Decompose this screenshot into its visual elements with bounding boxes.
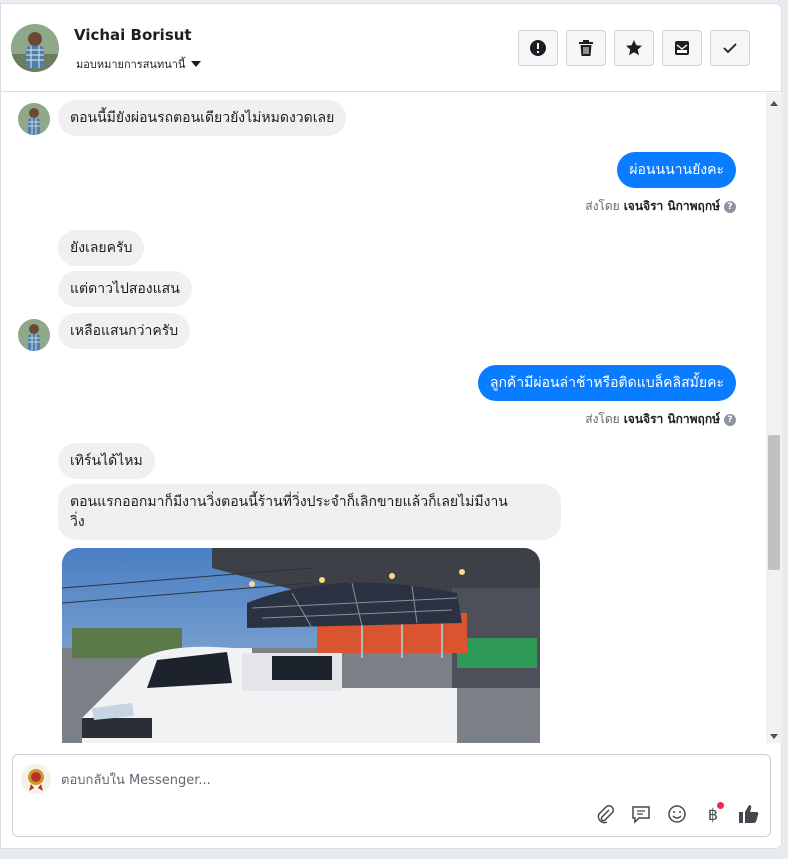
sender-avatar [18,103,50,135]
help-icon[interactable]: ? [724,413,736,426]
outgoing-message: ผ่อนนนานยังคะ [617,152,736,188]
sender-avatar [18,319,50,351]
conversation-panel: Vichai Borisut มอบหมายการสนทนานี้ ตอนนี้… [0,3,782,849]
send-like-button[interactable] [738,803,760,825]
scroll-down-arrow-icon[interactable] [770,734,778,739]
sent-by-name[interactable]: เจนจิรา นิกาพฤกษ์ [624,197,720,216]
header-actions [518,30,750,66]
sent-by-prefix: ส่งโดย [585,199,620,213]
scroll-thumb[interactable] [768,435,780,570]
sent-by-name[interactable]: เจนจิรา นิกาพฤกษ์ [624,410,720,429]
scroll-up-arrow-icon[interactable] [770,101,778,106]
trash-icon [579,40,593,56]
delete-button[interactable] [566,30,606,66]
incoming-message: ตอนแรกออกมาก็มีงานวิ่งตอนนี้ร้านที่วิ่งป… [58,484,561,540]
incoming-message: ยังเลยครับ [58,230,145,266]
contact-name[interactable]: Vichai Borisut [74,26,192,44]
sent-by-info: ส่งโดย เจนจิรา นิกาพฤกษ์ ? [585,197,736,216]
conversation-header: Vichai Borisut มอบหมายการสนทนานี้ [1,4,781,92]
page-avatar [21,764,51,794]
message-line: วิ่ง [70,514,85,530]
attach-file-button[interactable] [594,803,616,825]
star-button[interactable] [614,30,654,66]
payment-button[interactable]: ฿ [702,802,724,825]
incoming-message: ตอนนี้มียังผ่อนรถตอนเดียวยังไม่หมดงวดเลย [58,100,347,136]
reply-composer: ฿ [12,754,771,837]
thumbs-up-icon [739,805,759,823]
assign-label: มอบหมายการสนทนานี้ [76,58,186,71]
assign-conversation-dropdown[interactable]: มอบหมายการสนทนานี้ [76,55,202,73]
mark-spam-button[interactable] [518,30,558,66]
check-icon [723,43,737,54]
sent-by-prefix: ส่งโดย [585,412,620,426]
attached-photo[interactable] [62,548,540,743]
star-icon [626,40,642,56]
message-scrollbar[interactable] [766,93,782,743]
inbox-icon [675,41,689,55]
mark-done-button[interactable] [710,30,750,66]
incoming-message: เทิร์นได้ไหม [58,443,155,479]
outgoing-message: ลูกค้ามีผ่อนล่าช้าหรือติดแบล็คลิสมั้ยคะ [477,365,736,401]
emoji-button[interactable] [666,803,688,825]
move-to-inbox-button[interactable] [662,30,702,66]
incoming-message: เหลือแสนกว่าครับ [58,313,191,349]
caret-down-icon [191,61,202,67]
saved-replies-button[interactable] [630,803,652,825]
message-line: ตอนแรกออกมาก็มีงานวิ่งตอนนี้ร้านที่วิ่งป… [70,494,508,510]
sent-by-info: ส่งโดย เจนจิรา นิกาพฤกษ์ ? [585,410,736,429]
composer-tools: ฿ [594,802,760,825]
spam-icon [530,40,546,56]
incoming-message: แต่ดาวไปสองแสน [58,271,192,307]
reply-input[interactable] [61,769,661,791]
paperclip-icon [597,805,614,824]
contact-avatar[interactable] [11,24,59,72]
help-icon[interactable]: ? [724,200,736,213]
saved-reply-icon [632,806,650,824]
notification-dot [717,802,724,809]
emoji-icon [668,805,686,823]
message-thread[interactable]: ตอนนี้มียังผ่อนรถตอนเดียวยังไม่หมดงวดเลย… [1,93,766,743]
